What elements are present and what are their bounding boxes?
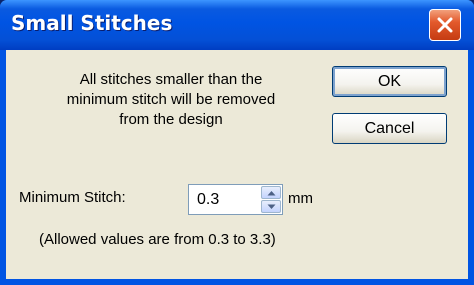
message-line: from the design [119,111,223,128]
minimum-stitch-spinner[interactable] [188,184,283,215]
cancel-button[interactable]: Cancel [332,113,447,144]
ok-button[interactable]: OK [332,66,447,97]
message-line: minimum stitch will be removed [66,91,276,108]
spin-down-button[interactable] [261,200,281,213]
minimum-stitch-label: Minimum Stitch: [19,189,126,206]
allowed-values-note: (Allowed values are from 0.3 to 3.3) [39,231,276,248]
close-icon [437,17,453,33]
minimum-stitch-input[interactable] [189,185,259,214]
dialog-window: Small Stitches All stitches smaller than… [0,0,474,285]
arrow-up-icon [267,191,276,196]
message-line: All stitches smaller than the [79,71,263,88]
title-bar[interactable]: Small Stitches [0,0,474,50]
dialog-body: All stitches smaller than the minimum st… [6,50,468,279]
unit-label: mm [288,190,313,207]
close-button[interactable] [429,9,461,41]
spin-up-button[interactable] [261,186,281,199]
arrow-down-icon [267,204,276,209]
window-title: Small Stitches [11,11,173,35]
message-text: All stitches smaller than the minimum st… [46,70,296,130]
